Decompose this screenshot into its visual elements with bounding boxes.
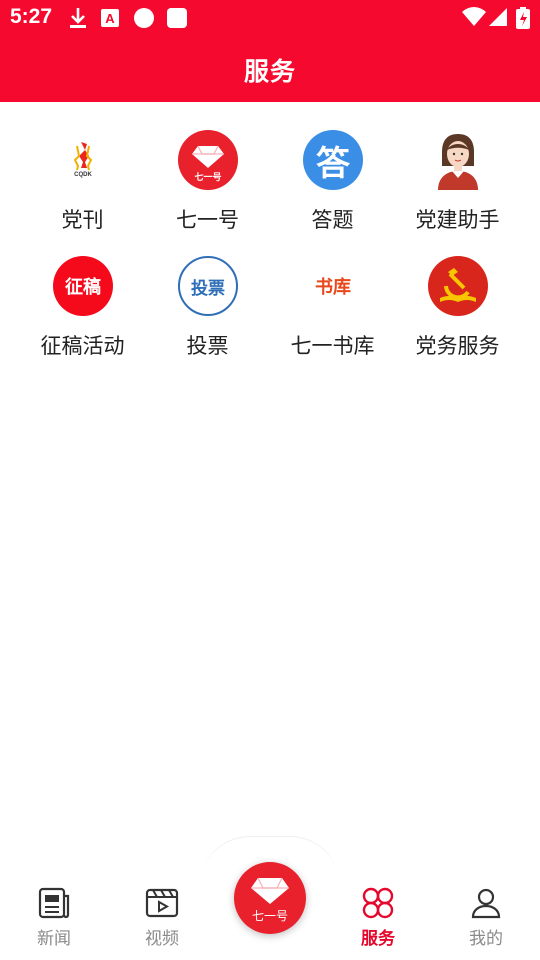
nav-label: 视频 — [145, 929, 179, 949]
library-icon: 书库 — [303, 256, 363, 316]
cqdk-logo-icon: CQDK — [53, 130, 113, 190]
nav-profile[interactable]: 我的 — [432, 886, 540, 949]
answer-icon: 答 — [303, 130, 363, 190]
service-library[interactable]: 书库 七一书库 — [270, 228, 395, 358]
svg-text:七一号: 七一号 — [252, 909, 288, 923]
vote-icon: 投票 — [178, 256, 238, 316]
service-party-journal[interactable]: CQDK 党刊 — [20, 102, 145, 232]
status-bar: 5:27 A — [0, 0, 540, 36]
service-label: 党务服务 — [415, 334, 500, 358]
center-qiyihao-button[interactable]: 七一号 — [234, 862, 306, 934]
svg-text:CQDK: CQDK — [74, 172, 92, 178]
service-submission[interactable]: 征稿 征稿活动 — [20, 228, 145, 358]
status-time: 5:27 — [10, 5, 53, 28]
square-status-icon — [166, 7, 188, 33]
profile-icon — [471, 888, 501, 919]
nav-video[interactable]: 视频 — [108, 886, 216, 949]
signal-icon — [488, 7, 508, 31]
service-vote[interactable]: 投票 投票 — [145, 228, 270, 358]
news-icon — [38, 887, 70, 919]
video-icon — [145, 888, 179, 918]
wifi-icon — [462, 7, 486, 31]
service-qiyihao[interactable]: 七一号 七一号 — [145, 102, 270, 232]
nav-label: 我的 — [469, 929, 503, 949]
font-app-icon: A — [100, 7, 120, 33]
nav-label: 服务 — [361, 929, 395, 949]
service-quiz[interactable]: 答 答题 — [270, 102, 395, 232]
svg-text:A: A — [105, 11, 115, 26]
download-icon — [68, 7, 88, 33]
nav-label: 新闻 — [37, 929, 71, 949]
nav-service[interactable]: 服务 — [324, 886, 432, 949]
service-grid-icon — [362, 887, 394, 919]
gem-icon: 七一号 — [251, 877, 289, 923]
battery-icon — [516, 7, 530, 33]
service-label: 七一书库 — [290, 334, 375, 358]
app-bar: 服务 — [0, 36, 540, 102]
page-title: 服务 — [243, 57, 296, 86]
service-party-assistant[interactable]: 党建助手 — [395, 102, 520, 232]
submission-icon: 征稿 — [53, 256, 113, 316]
gem-icon: 七一号 — [178, 130, 238, 190]
party-emblem-icon — [428, 256, 488, 316]
service-label: 投票 — [186, 334, 229, 358]
service-party-affairs[interactable]: 党务服务 — [395, 228, 520, 358]
service-label: 征稿活动 — [40, 334, 125, 358]
assistant-avatar-icon — [428, 130, 488, 190]
circle-status-icon — [133, 7, 155, 33]
svg-text:七一号: 七一号 — [194, 171, 221, 183]
nav-news[interactable]: 新闻 — [0, 886, 108, 949]
